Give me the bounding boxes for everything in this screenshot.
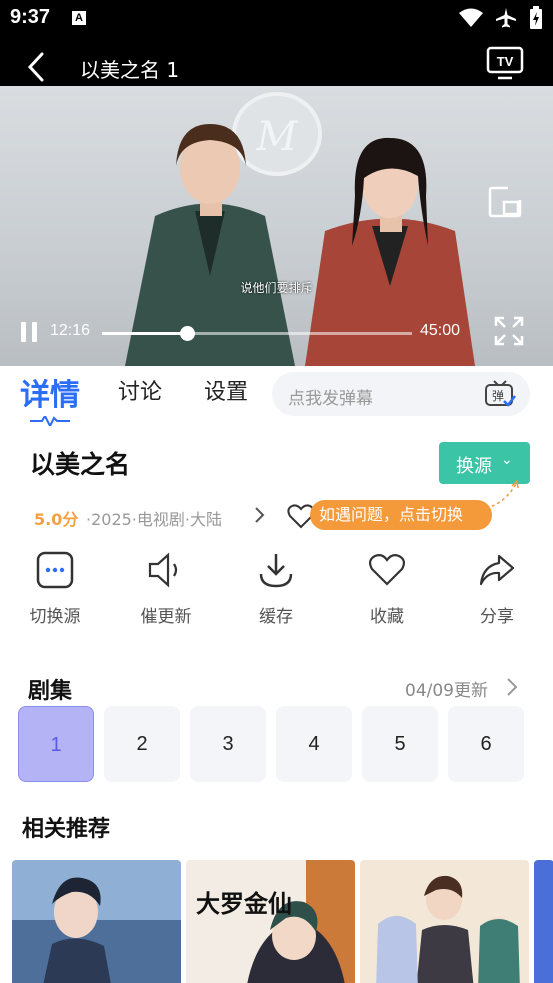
chevron-right-icon[interactable] (254, 506, 266, 524)
seek-progress (102, 332, 187, 335)
seek-thumb[interactable] (179, 326, 195, 341)
status-time: 9:37 (10, 6, 51, 28)
source-tip[interactable]: 如遇问题，点击切换 (310, 500, 492, 530)
heart-icon (368, 554, 406, 586)
download-icon (259, 554, 293, 588)
action-label: 收藏 (370, 607, 404, 627)
tab-settings[interactable]: 设置 (204, 374, 248, 406)
show-meta: ·2025·电视剧·大陆 (86, 510, 222, 529)
recommend-title: 相关推荐 (22, 817, 111, 842)
action-label: 分享 (480, 607, 514, 627)
show-name: 以美之名 (30, 450, 131, 479)
episodes-update[interactable]: 04/09更新 (405, 676, 488, 701)
chevron-right-icon[interactable] (506, 677, 518, 697)
battery-icon (530, 6, 542, 29)
action-row: 切换源 催更新 缓存 收藏 分享 (0, 550, 553, 630)
action-label: 催更新 (140, 607, 192, 627)
switch-source-label: 换源 (456, 456, 492, 477)
episode-list: 1 2 3 4 5 6 (18, 706, 538, 782)
tab-active-indicator-icon (30, 416, 70, 426)
action-label: 切换源 (29, 607, 81, 627)
airplane-icon (496, 8, 516, 28)
danmu-placeholder: 点我发弹幕 (288, 389, 373, 409)
switch-source-action[interactable]: 切换源 (10, 550, 100, 627)
tab-details[interactable]: 详情 (20, 370, 80, 414)
tab-discussion[interactable]: 讨论 (118, 374, 162, 406)
episode-item[interactable]: 1 (18, 706, 94, 782)
fullscreen-button[interactable] (494, 316, 524, 346)
video-subtitle: 说他们要排斥 (240, 281, 313, 295)
back-button[interactable] (22, 50, 52, 84)
danmu-icon-text: 弹 (492, 389, 504, 403)
danmu-input[interactable]: 点我发弹幕 弹 (272, 372, 530, 416)
video-player[interactable]: M 说他们要排斥 12:16 45:00 (0, 86, 553, 366)
chevron-down-icon: ⌄ (501, 452, 513, 468)
player-controls: 12:16 45:00 (0, 316, 553, 366)
speaker-icon (148, 552, 178, 588)
episode-item[interactable]: 3 (190, 706, 266, 782)
action-label: 缓存 (259, 607, 293, 627)
top-bar: 9:37 A 以美之名 1 TV (0, 0, 553, 86)
notification-a-icon: A (72, 11, 86, 25)
episode-item[interactable]: 2 (104, 706, 180, 782)
cache-action[interactable]: 缓存 (231, 550, 321, 627)
recommend-card[interactable] (12, 860, 181, 983)
total-time: 45:00 (420, 322, 461, 339)
cover-title-text: 大罗金仙 (196, 890, 292, 918)
recommend-row: 大罗金仙 (12, 860, 553, 983)
tab-bar: 详情 讨论 设置 点我发弹幕 弹 (0, 366, 553, 436)
episode-item[interactable]: 6 (448, 706, 524, 782)
rating: 5.0分 (34, 510, 79, 529)
pip-icon[interactable] (488, 186, 522, 218)
tv-cast-button[interactable]: TV (486, 46, 524, 80)
danmu-icon[interactable]: 弹 (484, 379, 516, 409)
share-action[interactable]: 分享 (452, 550, 542, 627)
page-title: 以美之名 1 (80, 58, 180, 82)
recommend-card[interactable] (534, 860, 553, 983)
wifi-icon (459, 8, 483, 27)
more-dots-icon (36, 551, 74, 589)
episode-item[interactable]: 5 (362, 706, 438, 782)
recommend-card[interactable]: 大罗金仙 (186, 860, 355, 983)
pause-button[interactable] (18, 320, 40, 344)
svg-text:TV: TV (497, 54, 514, 69)
favorite-action[interactable]: 收藏 (342, 550, 432, 627)
current-time: 12:16 (50, 322, 91, 339)
episodes-title: 剧集 (28, 679, 73, 704)
recommend-card[interactable] (360, 860, 529, 983)
episode-item[interactable]: 4 (276, 706, 352, 782)
seek-bar[interactable] (102, 326, 412, 341)
urge-update-action[interactable]: 催更新 (121, 550, 211, 627)
status-icons (459, 6, 543, 30)
share-icon (479, 554, 515, 586)
